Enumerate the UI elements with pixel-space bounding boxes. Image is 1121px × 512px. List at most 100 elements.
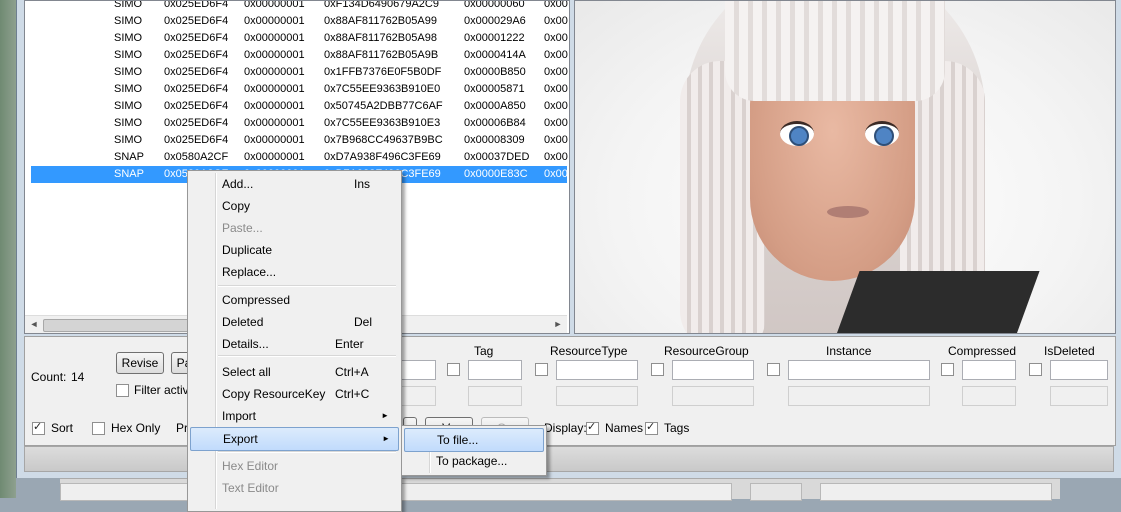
scroll-right-icon[interactable]: ► [551,318,565,331]
background-desktop [0,0,16,498]
list-cell: 0x025ED6F4 [164,49,229,61]
display-label: Display: [544,421,587,435]
name-filter-field[interactable] [401,360,436,380]
instance-filter-field[interactable] [788,360,930,380]
list-cell: 0x025ED6F4 [164,15,229,27]
list-cell: SIMO [114,117,143,129]
scroll-thumb[interactable] [43,319,205,332]
list-cell: SIMO [114,49,143,61]
list-row[interactable]: SIMO 0x025ED6F4 0x00000001 0x7C55EE9363B910… [31,81,568,98]
list-cell: 0xD7A938F496C3FE69 [324,151,441,163]
menu-item-label: Add... [222,177,254,191]
menu-item-details[interactable]: Details... Enter [190,333,397,355]
menu-item-compressed[interactable]: Compressed [190,289,397,311]
list-cell: 0x00 [544,83,568,95]
list-cell: 0x00 [544,151,568,163]
menu-item-label: To package... [436,454,508,468]
menu-item-copy-resourcekey[interactable]: Copy ResourceKey Ctrl+C [190,383,397,405]
list-row[interactable]: SIMO 0x025ED6F4 0x00000001 0x50745A2DBB77C6… [31,98,568,115]
list-cell: SIMO [114,134,143,146]
list-row[interactable]: SIMO 0x025ED6F4 0x00000001 0x88AF811762B05A… [31,13,568,30]
sort-label: Sort [51,421,74,435]
menu-item-label: Details... [222,337,269,351]
resourcegroup-filter-field[interactable] [672,360,754,380]
tags-label: Tags [664,421,690,435]
list-cell: 0x00000001 [244,117,305,129]
resourcetype-filter-field[interactable] [556,360,638,380]
tag-filter-field[interactable] [468,360,522,380]
menu-separator [218,451,396,453]
menu-item-duplicate[interactable]: Duplicate [190,239,397,261]
list-cell: 0x7C55EE9363B910E0 [324,83,441,95]
list-cell: 0x0000B850 [464,66,526,78]
menu-item-text-editor: Text Editor [190,477,397,499]
context-menu: Add... Ins Copy Paste... Duplicate Replace...… [187,170,402,512]
column-compressed: Compressed [948,344,1017,358]
list-row[interactable]: SIMO 0x025ED6F4 0x00000001 0x88AF811762B05A… [31,30,568,47]
isdeleted-filter-field[interactable] [1050,360,1108,380]
list-cell: 0x7B968CC49637B9BC [324,134,443,146]
revise-button[interactable]: Revise [116,352,164,374]
column-tag: Tag [474,344,494,358]
compressed-filter-checkbox[interactable] [941,363,954,376]
resourcetype-filter-checkbox[interactable] [535,363,548,376]
menu-item-deleted[interactable]: Deleted Del [190,311,397,333]
list-cell: 0x000029A6 [464,15,526,27]
menu-item-copy[interactable]: Copy [190,195,397,217]
list-row[interactable]: SIMO 0x025ED6F4 0x00000001 0x88AF811762B05A… [31,47,568,64]
names-label: Names [605,421,644,435]
submenu-arrow-icon: ► [382,434,390,443]
list-cell: SIMO [114,100,143,112]
menu-item-label: Import [222,409,257,423]
list-cell: 0x00000001 [244,15,305,27]
menu-item-replace[interactable]: Replace... [190,261,397,283]
list-cell: 0x025ED6F4 [164,66,229,78]
list-cell: 0x0000414A [464,49,526,61]
list-cell: 0x00000001 [244,100,305,112]
list-cell: 0x00000001 [244,32,305,44]
scroll-left-icon[interactable]: ◄ [27,318,41,331]
list-cell: 0x025ED6F4 [164,0,229,10]
list-cell: 0x7C55EE9363B910E3 [324,117,441,129]
menu-item-shortcut: Ctrl+A [335,365,369,379]
list-cell: 0x0580A2CF [164,151,229,163]
list-cell: SIMO [114,32,143,44]
filter-active-checkbox[interactable] [116,384,129,397]
list-cell: 0x88AF811762B05A98 [324,32,437,44]
list-cell: SIMO [114,83,143,95]
compressed-filter-field[interactable] [962,360,1016,380]
menu-item-label: Deleted [222,315,264,329]
submenu-item-to-file[interactable]: To file... [404,428,544,452]
list-cell: 0x025ED6F4 [164,32,229,44]
list-cell: 0x1FFB7376E0F5B0DF [324,66,442,78]
menu-item-import[interactable]: Import ► [190,405,397,427]
list-row[interactable]: SIMO 0x025ED6F4 0x00000001 0x7C55EE9363B910… [31,115,568,132]
names-checkbox[interactable] [586,420,599,435]
list-row[interactable]: SNAP 0x0580A2CF 0x00000001 0xD7A938F496C3FE… [31,149,568,166]
menu-item-add[interactable]: Add... Ins [190,173,397,195]
instance-filter-checkbox[interactable] [767,363,780,376]
isdeleted-filter-checkbox[interactable] [1029,363,1042,376]
tag-filter-checkbox[interactable] [447,363,460,376]
list-row[interactable]: SIMO 0x025ED6F4 0x00000001 0xF134D6490679A2… [31,0,568,13]
export-submenu: To file... To package... [401,425,547,476]
sort-checkbox[interactable] [32,420,45,435]
list-row[interactable]: SIMO 0x025ED6F4 0x00000001 0x1FFB7376E0F5B0… [31,64,568,81]
menu-item-select-all[interactable]: Select all Ctrl+A [190,361,397,383]
list-cell: 0x00006B84 [464,117,526,129]
menu-item-export[interactable]: Export ► [190,427,399,451]
list-cell: 0x88AF811762B05A99 [324,15,437,27]
list-cell: 0x00 [544,134,568,146]
resourcegroup-filter-checkbox[interactable] [651,363,664,376]
list-row[interactable]: SIMO 0x025ED6F4 0x00000001 0x7B968CC49637B9… [31,132,568,149]
submenu-item-to-package[interactable]: To package... [404,450,542,472]
column-resourcegroup: ResourceGroup [664,344,749,358]
menu-item-label: Paste... [222,221,263,235]
list-cell: 0x88AF811762B05A9B [324,49,439,61]
menu-item-shortcut: Enter [335,337,364,351]
list-cell: 0x00 [544,66,568,78]
menu-separator [218,285,396,287]
list-cell: 0x025ED6F4 [164,117,229,129]
hex-only-checkbox[interactable] [92,422,105,435]
tags-checkbox[interactable] [645,420,658,435]
